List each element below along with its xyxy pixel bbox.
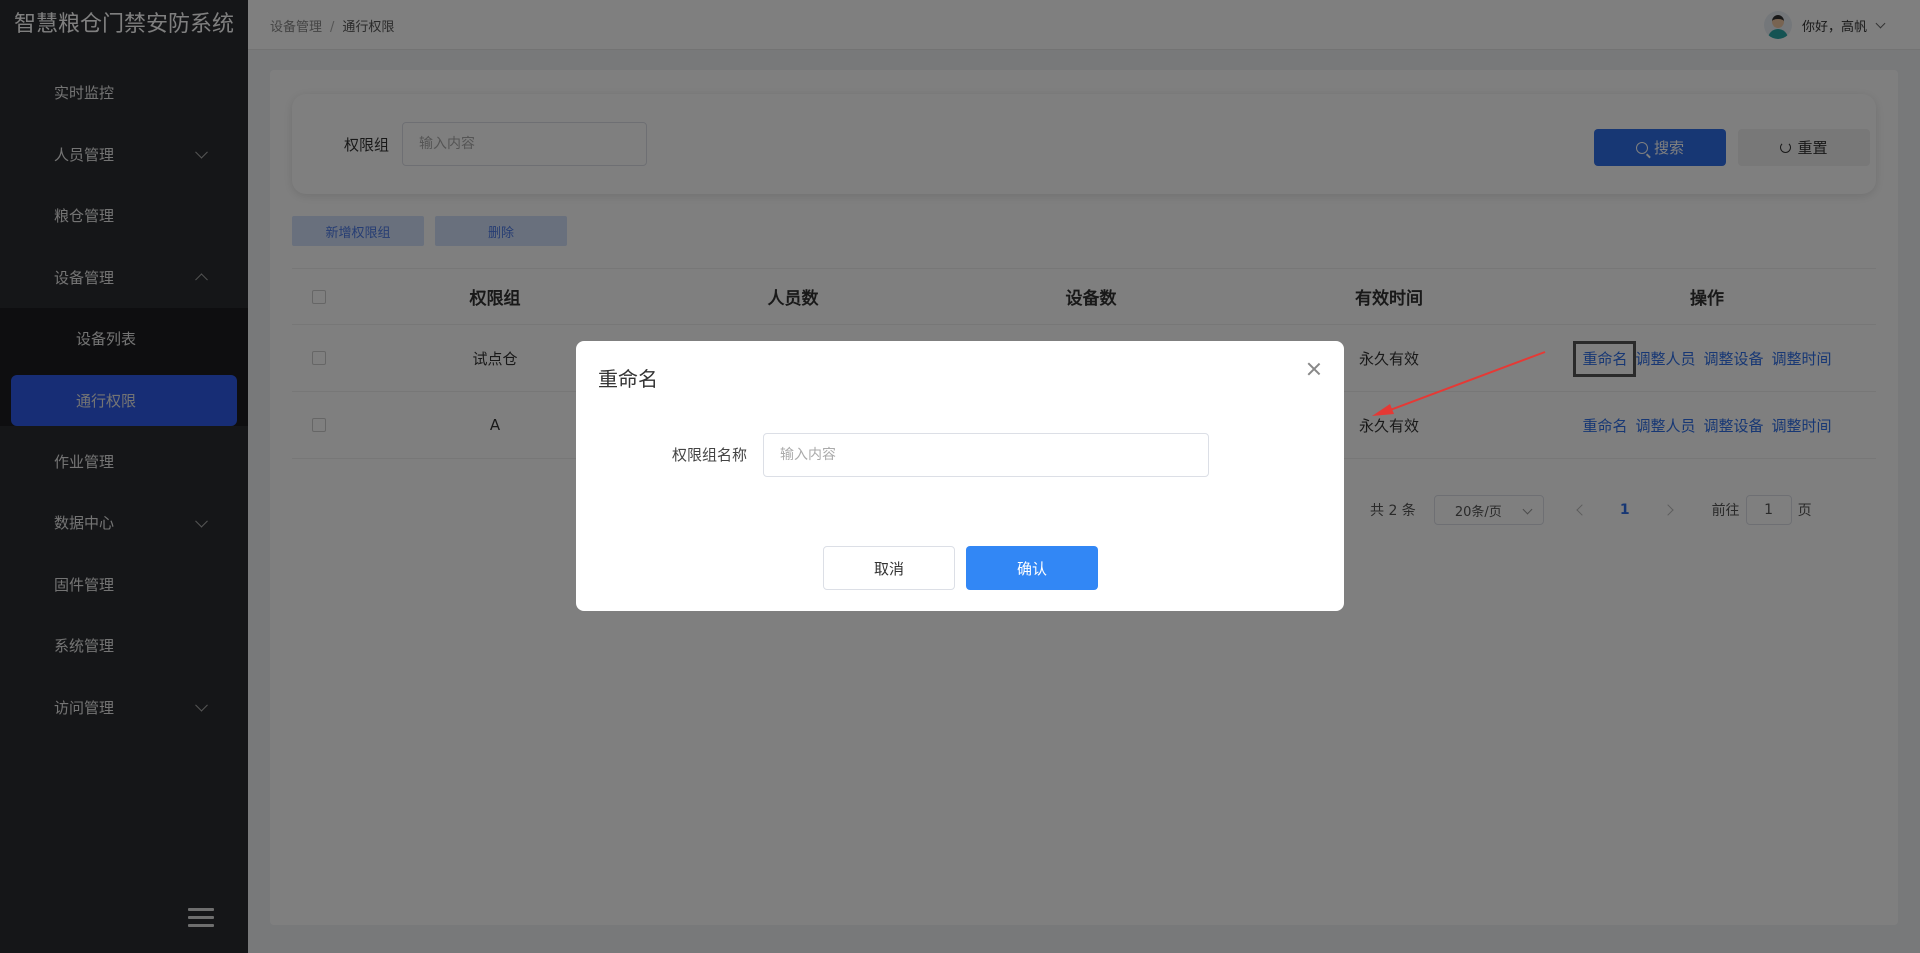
rename-dialog: 重命名 权限组名称 输入内容 取消 确认: [576, 341, 1344, 611]
group-name-input[interactable]: 输入内容: [763, 433, 1209, 477]
dialog-title: 重命名: [598, 367, 658, 391]
group-name-label: 权限组名称: [672, 446, 748, 464]
cancel-button[interactable]: 取消: [823, 546, 955, 590]
close-icon[interactable]: [1306, 361, 1322, 377]
confirm-button[interactable]: 确认: [966, 546, 1098, 590]
